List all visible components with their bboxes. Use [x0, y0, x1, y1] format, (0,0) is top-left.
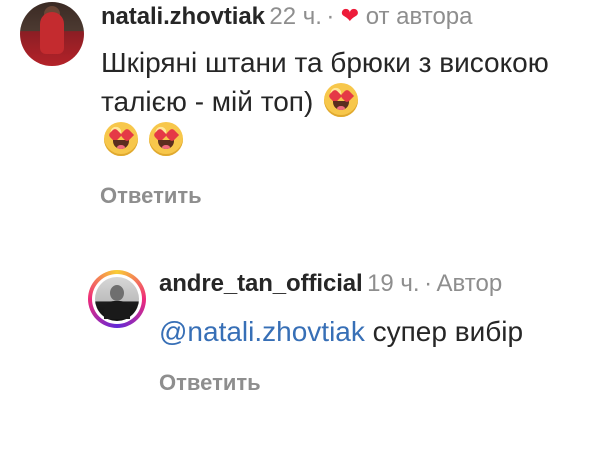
comment-username[interactable]: natali.zhovtiak — [101, 3, 265, 30]
reply-separator: · — [424, 270, 433, 297]
reply-button[interactable]: Ответить — [100, 183, 202, 209]
heart-eyes-emoji-icon — [148, 122, 183, 156]
mention-link[interactable]: @natali.zhovtiak — [159, 316, 365, 347]
avatar-natali[interactable] — [20, 2, 84, 66]
emoji-mouth — [113, 140, 129, 149]
avatar-photo — [95, 277, 139, 321]
liked-by-author-label: от автора — [365, 3, 473, 30]
heart-icon: ❤ — [340, 3, 360, 28]
emoji-mouth — [157, 140, 174, 149]
reply-button[interactable]: Ответить — [159, 370, 261, 396]
reply-text: супер вибір — [364, 316, 524, 347]
reply-username[interactable]: andre_tan_official — [159, 270, 363, 297]
avatar-face — [110, 285, 124, 301]
emoji-mouth — [333, 101, 350, 110]
reply-time: 19 ч. — [367, 270, 420, 297]
avatar-andre[interactable] — [92, 274, 142, 324]
avatar-figure — [40, 12, 64, 54]
author-badge: Автор — [436, 270, 503, 297]
reply-body: @natali.zhovtiak супер вибір — [159, 314, 523, 350]
comment-header: natali.zhovtiak 22 ч. · ❤ от автора — [101, 3, 473, 31]
avatar-body — [104, 301, 130, 319]
comments-thread: natali.zhovtiak 22 ч. · ❤ от автора Шкір… — [0, 0, 600, 450]
heart-eyes-emoji-icon — [104, 122, 138, 156]
comment-separator: · — [326, 3, 335, 30]
reply-header: andre_tan_official 19 ч. · Автор — [159, 270, 502, 298]
heart-eyes-emoji-icon — [324, 83, 359, 117]
comment-body: Шкіряні штани та брюки з високою талією … — [101, 43, 571, 160]
comment-time: 22 ч. — [269, 3, 322, 30]
